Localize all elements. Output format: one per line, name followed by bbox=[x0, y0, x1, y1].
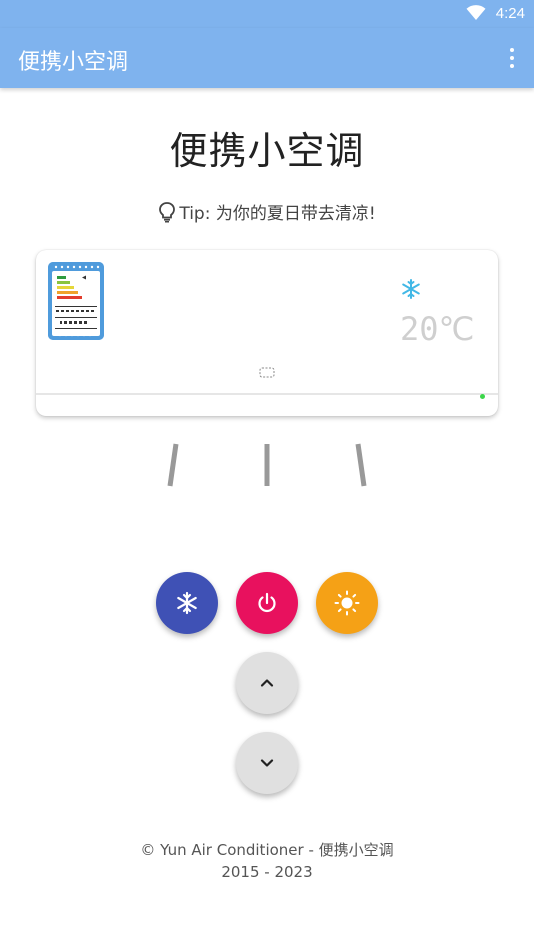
page-title: 便携小空调 bbox=[169, 129, 365, 173]
lightbulb-icon bbox=[159, 202, 176, 223]
more-vert-icon[interactable] bbox=[502, 44, 522, 72]
wifi-icon bbox=[466, 5, 486, 21]
chevron-down-icon bbox=[260, 759, 274, 767]
sensor-icon bbox=[259, 367, 275, 378]
footer-years: 2015 - 2023 bbox=[221, 863, 313, 881]
airflow-lines bbox=[167, 443, 367, 487]
status-time: 4:24 bbox=[495, 5, 525, 22]
cool-mode-button[interactable] bbox=[156, 572, 218, 634]
sun-icon bbox=[334, 590, 360, 616]
app-bar: 便携小空调 bbox=[0, 28, 534, 88]
temperature-display: 20℃ bbox=[400, 310, 475, 348]
power-button[interactable] bbox=[236, 572, 298, 634]
temperature-down-button[interactable] bbox=[236, 732, 298, 794]
temperature-up-button[interactable] bbox=[236, 652, 298, 714]
footer-copyright: © Yun Air Conditioner - 便携小空调 bbox=[140, 841, 394, 859]
power-led bbox=[480, 394, 485, 399]
air-conditioner-unit: 20℃ bbox=[36, 250, 498, 416]
snowflake-icon bbox=[177, 591, 197, 615]
tip-row: Tip: 为你的夏日带去清凉! bbox=[0, 199, 534, 224]
tip-text: Tip: 为你的夏日带去清凉! bbox=[179, 204, 376, 224]
power-icon bbox=[258, 592, 276, 613]
energy-label-icon bbox=[48, 262, 104, 340]
app-bar-title: 便携小空调 bbox=[18, 50, 129, 75]
chevron-up-icon bbox=[260, 679, 274, 687]
snowflake-icon bbox=[402, 279, 420, 299]
heat-mode-button[interactable] bbox=[316, 572, 378, 634]
unit-divider bbox=[36, 393, 498, 395]
status-bar: 4:24 bbox=[0, 0, 534, 28]
